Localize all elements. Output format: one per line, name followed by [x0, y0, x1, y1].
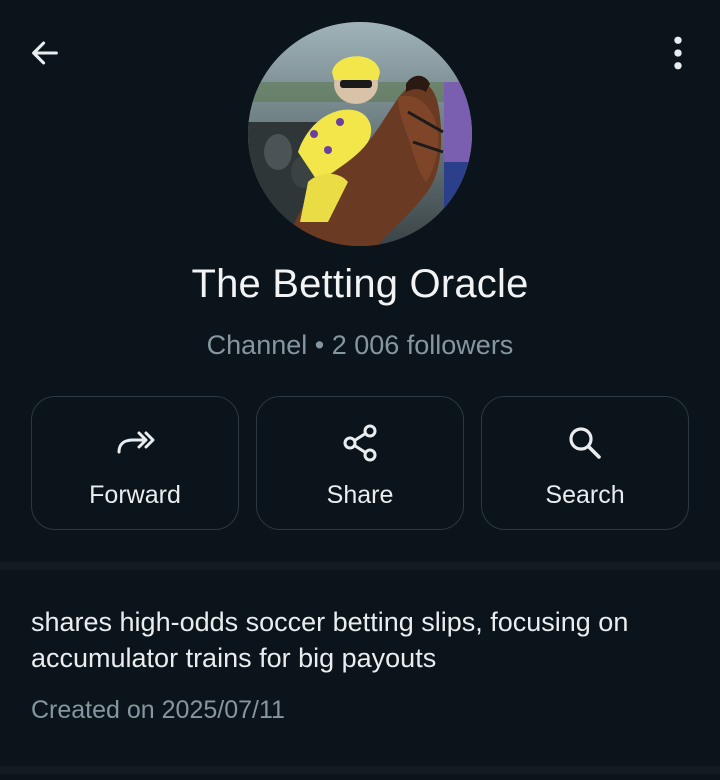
- jockey-horse-photo: [248, 22, 472, 246]
- channel-avatar[interactable]: [248, 22, 472, 246]
- back-button[interactable]: [22, 30, 68, 76]
- forward-label: Forward: [89, 481, 181, 509]
- share-label: Share: [326, 481, 394, 509]
- channel-name: The Betting Oracle: [191, 262, 529, 306]
- search-label: Search: [545, 481, 625, 509]
- more-vertical-icon: [674, 36, 682, 70]
- channel-meta: Channel • 2 006 followers: [206, 330, 514, 360]
- section-divider-bottom: [0, 766, 720, 774]
- forward-button[interactable]: Forward: [31, 396, 239, 530]
- section-divider: [0, 562, 720, 570]
- created-date: Created on 2025/07/11: [31, 696, 285, 724]
- search-button[interactable]: Search: [481, 396, 689, 530]
- more-options-button[interactable]: [658, 30, 698, 76]
- channel-info-screen: The Betting Oracle Channel • 2 006 follo…: [0, 0, 720, 780]
- forward-icon: [115, 423, 155, 463]
- share-button[interactable]: Share: [256, 396, 464, 530]
- action-buttons: Forward Share Search: [31, 396, 689, 530]
- search-icon: [565, 423, 605, 463]
- share-icon: [340, 423, 380, 463]
- arrow-left-icon: [32, 41, 58, 65]
- channel-description: shares high-odds soccer betting slips, f…: [31, 607, 629, 673]
